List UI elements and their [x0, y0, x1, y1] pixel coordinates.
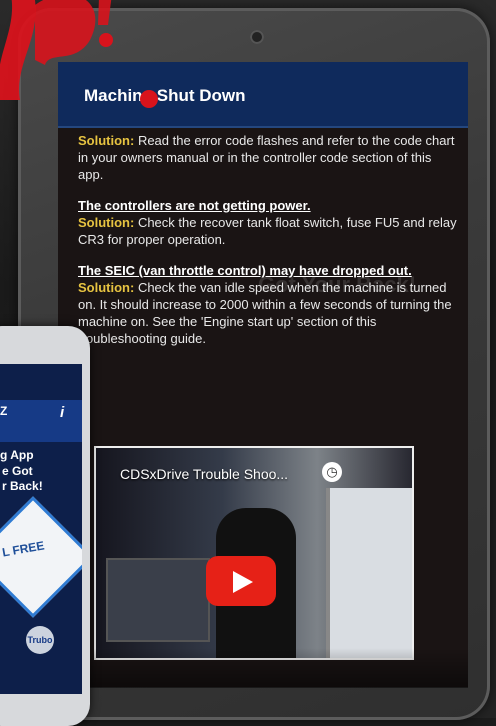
video-player[interactable]: CDSxDrive Trouble Shoo... ◷ [94, 446, 414, 660]
info-icon[interactable]: i [60, 404, 64, 421]
video-title: CDSxDrive Trouble Shoo... [120, 466, 289, 482]
clock-icon[interactable]: ◷ [322, 462, 342, 482]
issue-heading: The controllers are not getting power. [78, 198, 311, 213]
solution-label: Solution: [78, 133, 135, 148]
phone-device: Z i g App e Got r Back! L FREE Trubo [0, 326, 90, 726]
screen-header: Machine Shut Down [58, 62, 468, 128]
solution-paragraph: Solution: Read the error code flashes an… [78, 132, 458, 183]
issue-heading: The SEIC (van throttle control) may have… [78, 263, 412, 278]
play-icon[interactable] [206, 556, 276, 606]
machine-shape [106, 558, 210, 642]
solution-label: Solution: [78, 215, 135, 230]
camera-icon [250, 30, 264, 44]
tablet-screen: Got Your Back! Machine Shut Down Solutio… [58, 62, 468, 687]
red-dot [140, 90, 158, 108]
issue-controllers: The controllers are not getting power. S… [78, 197, 458, 248]
solution-text: Read the error code flashes and refer to… [78, 133, 455, 182]
solution-text: Check the van idle speed when the machin… [78, 280, 452, 346]
screen-shade [58, 648, 468, 688]
phone-header: Z i [0, 400, 82, 442]
troubleshooting-content: Solution: Read the error code flashes an… [78, 132, 458, 361]
solution-text: Check the recover tank float switch, fus… [78, 215, 457, 247]
page-title: Machine Shut Down [84, 86, 246, 105]
phone-app-label: g App [0, 448, 34, 462]
solution-label: Solution: [78, 280, 135, 295]
phone-screen: Z i g App e Got r Back! L FREE Trubo [0, 364, 82, 694]
van-door-shape [326, 488, 412, 658]
phone-title: Z [0, 404, 8, 418]
logo-icon: Trubo [26, 626, 54, 654]
issue-seic: The SEIC (van throttle control) may have… [78, 262, 458, 347]
phone-slogan: e Got r Back! [2, 464, 43, 493]
